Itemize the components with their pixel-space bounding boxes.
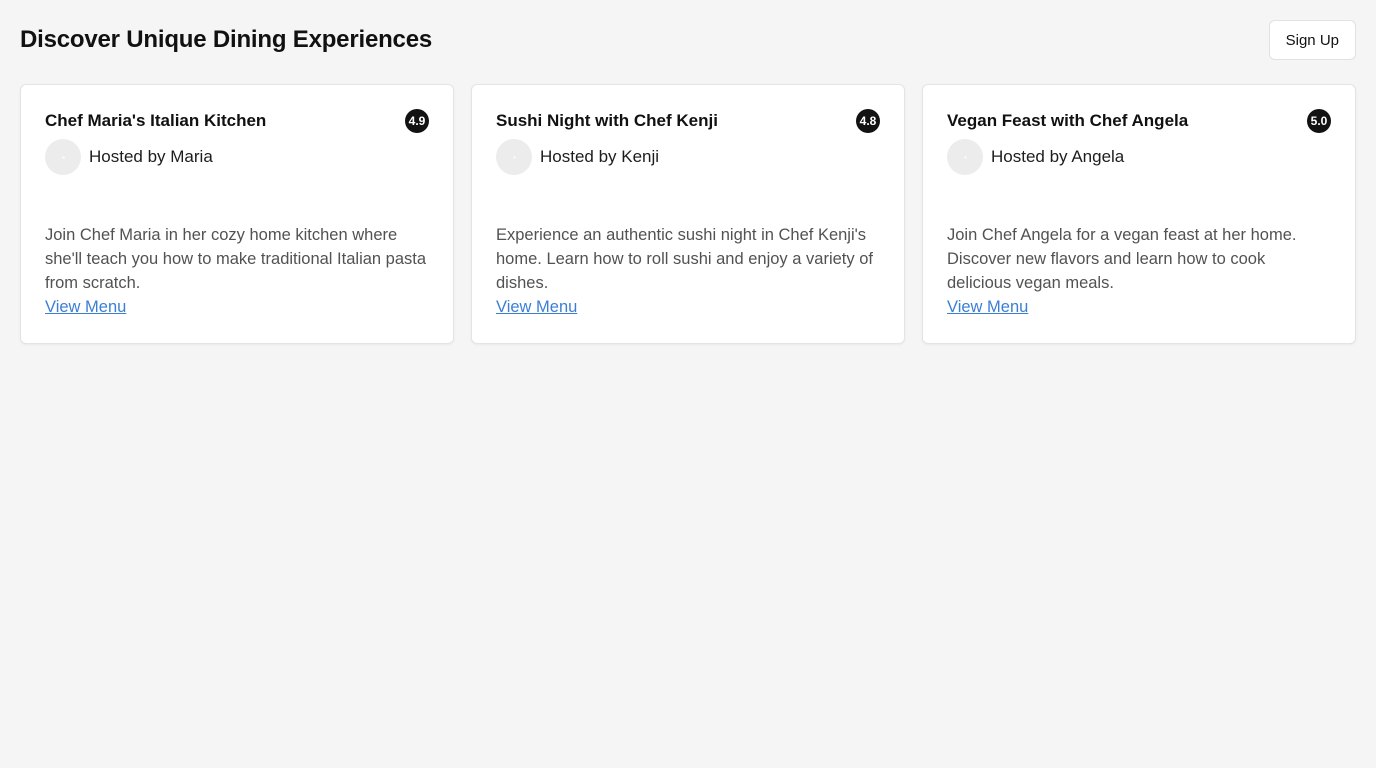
host-avatar — [496, 139, 532, 175]
experience-card: Vegan Feast with Chef Angela 5.0 Hosted … — [922, 84, 1356, 344]
experience-description: Join Chef Maria in her cozy home kitchen… — [45, 226, 427, 292]
experience-card: Sushi Night with Chef Kenji 4.8 Hosted b… — [471, 84, 905, 344]
experience-card-list: Chef Maria's Italian Kitchen 4.9 Hosted … — [20, 84, 1356, 344]
page-title: Discover Unique Dining Experiences — [20, 26, 432, 53]
host-row: Hosted by Maria — [45, 139, 429, 175]
avatar-placeholder-icon — [512, 155, 516, 159]
host-name: Hosted by Maria — [89, 147, 213, 166]
host-avatar — [45, 139, 81, 175]
sign-up-button[interactable]: Sign Up — [1268, 20, 1356, 60]
rating-badge: 5.0 — [1307, 109, 1331, 133]
host-name: Hosted by Angela — [991, 147, 1125, 166]
experience-title: Chef Maria's Italian Kitchen — [45, 111, 267, 130]
card-header: Sushi Night with Chef Kenji 4.8 — [496, 109, 880, 133]
experience-title: Sushi Night with Chef Kenji — [496, 111, 718, 130]
avatar-placeholder-icon — [963, 155, 967, 159]
host-row: Hosted by Angela — [947, 139, 1331, 175]
rating-badge: 4.8 — [856, 109, 880, 133]
view-menu-link[interactable]: View Menu — [45, 295, 126, 319]
view-menu-link[interactable]: View Menu — [496, 295, 577, 319]
host-name: Hosted by Kenji — [540, 147, 660, 166]
experience-card: Chef Maria's Italian Kitchen 4.9 Hosted … — [20, 84, 454, 344]
experience-description: Experience an authentic sushi night in C… — [496, 226, 873, 292]
experience-description: Join Chef Angela for a vegan feast at he… — [947, 226, 1297, 292]
view-menu-link[interactable]: View Menu — [947, 295, 1028, 319]
rating-badge: 4.9 — [405, 109, 429, 133]
experience-title: Vegan Feast with Chef Angela — [947, 111, 1189, 130]
avatar-placeholder-icon — [61, 155, 65, 159]
host-row: Hosted by Kenji — [496, 139, 880, 175]
page-header: Discover Unique Dining Experiences Sign … — [20, 20, 1356, 60]
host-avatar — [947, 139, 983, 175]
card-header: Vegan Feast with Chef Angela 5.0 — [947, 109, 1331, 133]
card-header: Chef Maria's Italian Kitchen 4.9 — [45, 109, 429, 133]
